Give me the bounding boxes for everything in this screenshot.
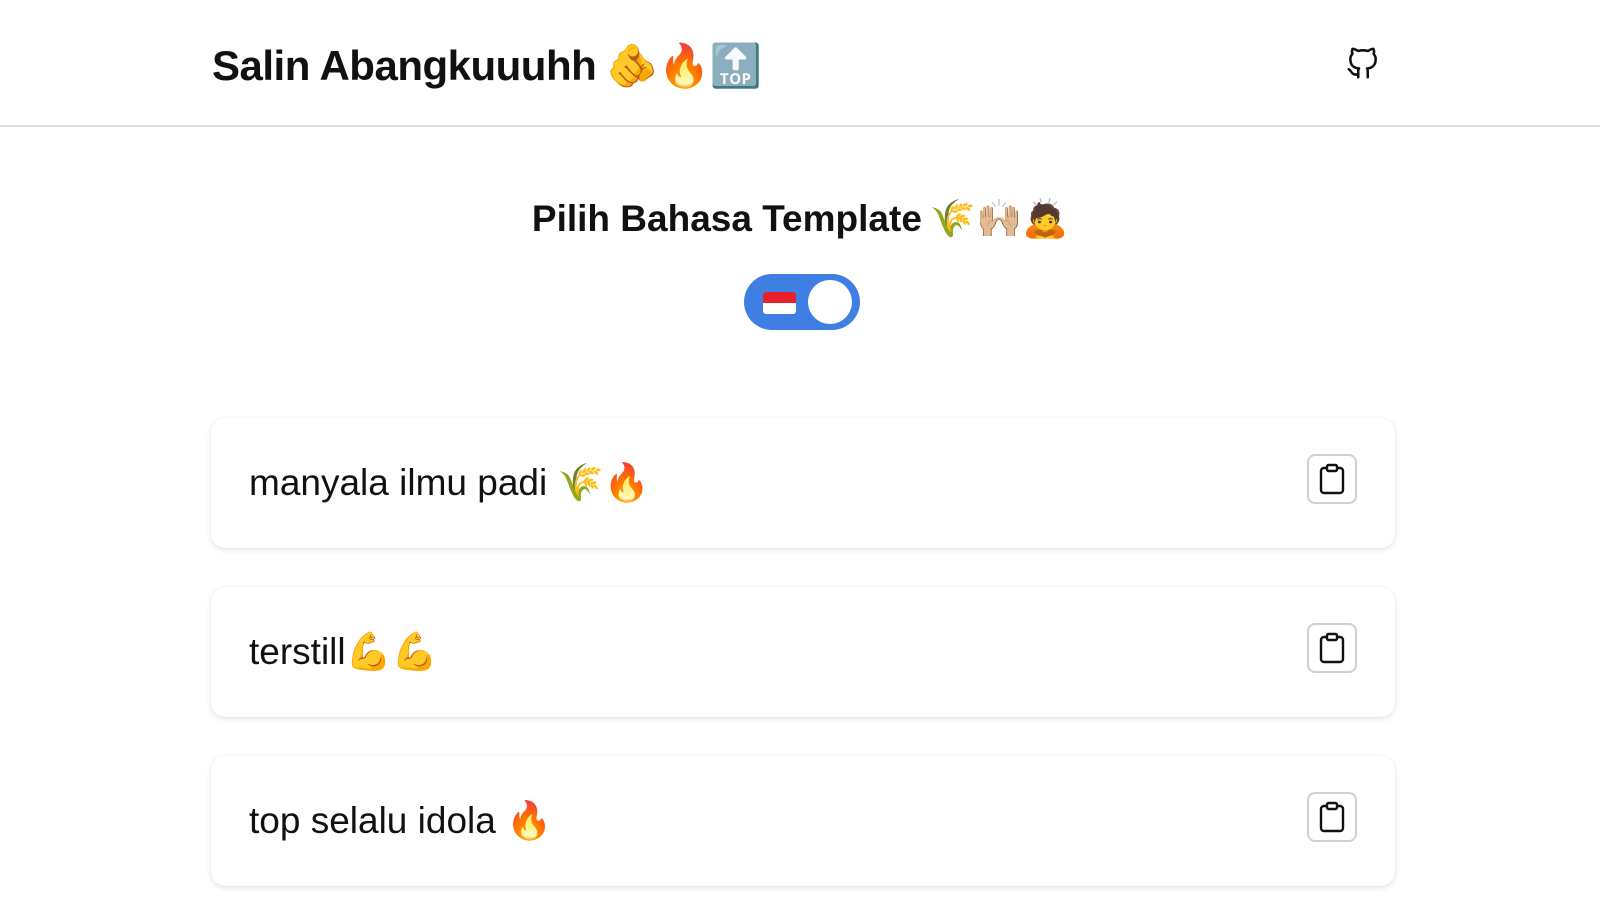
template-text: manyala ilmu padi 🌾🔥 <box>249 462 650 503</box>
site-title-emoji: 🫵🔥🔝 <box>606 42 762 89</box>
github-icon[interactable] <box>1344 44 1382 82</box>
copy-button[interactable] <box>1307 792 1357 842</box>
clipboard-icon <box>1319 463 1345 495</box>
clipboard-icon <box>1319 801 1345 833</box>
copy-button[interactable] <box>1307 623 1357 673</box>
language-title-text: Pilih Bahasa Template <box>531 198 922 239</box>
copy-button[interactable] <box>1307 454 1357 504</box>
indonesia-flag-icon <box>763 292 796 314</box>
clipboard-icon <box>1319 632 1345 664</box>
language-toggle[interactable] <box>744 274 860 330</box>
language-section-title: Pilih Bahasa Template 🌾🙌🏼🙇 <box>0 194 1600 244</box>
template-text: terstill💪💪 <box>249 631 438 672</box>
site-title[interactable]: Salin Abangkuuuhh 🫵🔥🔝 <box>212 38 762 94</box>
top-navbar: Salin Abangkuuuhh 🫵🔥🔝 <box>0 0 1600 127</box>
template-text: top selalu idola 🔥 <box>249 800 553 841</box>
toggle-knob <box>808 280 852 324</box>
site-title-text: Salin Abangkuuuhh <box>212 42 597 89</box>
template-card: terstill💪💪 <box>211 587 1395 717</box>
template-card: top selalu idola 🔥 <box>211 756 1395 886</box>
language-title-emoji: 🌾🙌🏼🙇 <box>929 198 1069 239</box>
template-card: manyala ilmu padi 🌾🔥 <box>211 418 1395 548</box>
